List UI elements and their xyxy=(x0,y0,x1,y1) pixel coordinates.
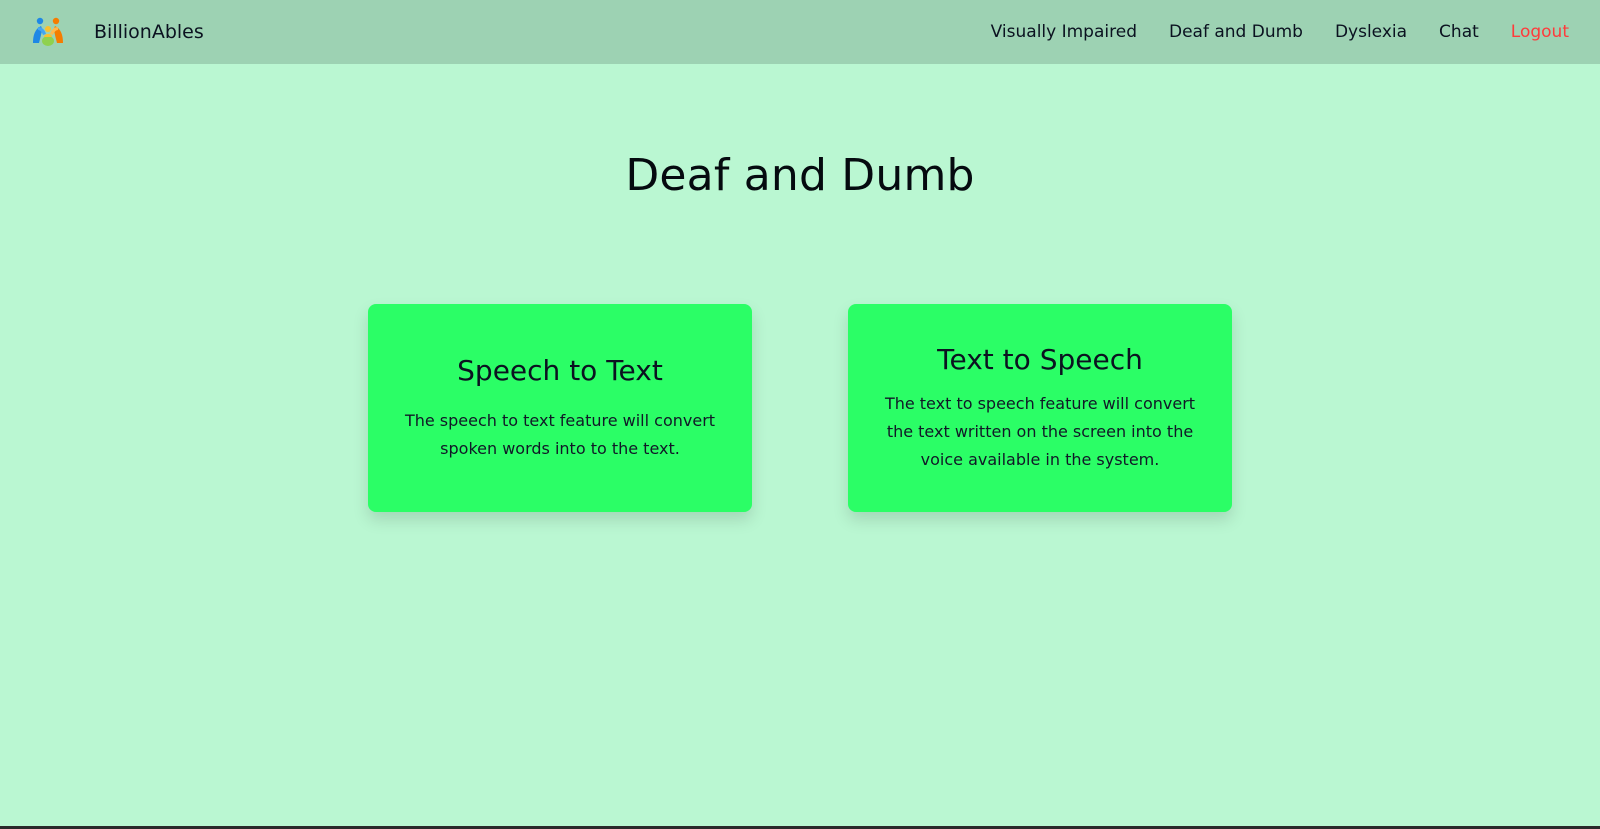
brand: BillionAbles xyxy=(0,0,204,64)
navbar: BillionAbles Visually Impaired Deaf and … xyxy=(0,0,1600,64)
page-title: Deaf and Dumb xyxy=(625,150,975,201)
nav-link-visually-impaired[interactable]: Visually Impaired xyxy=(991,22,1137,42)
speech-to-text-card[interactable]: Speech to Text The speech to text featur… xyxy=(368,304,752,512)
card-title: Text to Speech xyxy=(937,342,1143,376)
nav-link-chat[interactable]: Chat xyxy=(1439,22,1479,42)
nav-link-deaf-and-dumb[interactable]: Deaf and Dumb xyxy=(1169,22,1303,42)
card-description: The speech to text feature will convert … xyxy=(404,410,716,458)
text-to-speech-card[interactable]: Text to Speech The text to speech featur… xyxy=(848,304,1232,512)
card-title: Speech to Text xyxy=(457,353,663,387)
brand-name[interactable]: BillionAbles xyxy=(94,21,204,43)
nav-link-dyslexia[interactable]: Dyslexia xyxy=(1335,22,1407,42)
card-description: The text to speech feature will convert … xyxy=(884,393,1196,469)
nav-links: Visually Impaired Deaf and Dumb Dyslexia… xyxy=(959,0,1600,64)
nav-link-logout[interactable]: Logout xyxy=(1511,22,1569,42)
people-logo-icon[interactable] xyxy=(29,13,67,51)
